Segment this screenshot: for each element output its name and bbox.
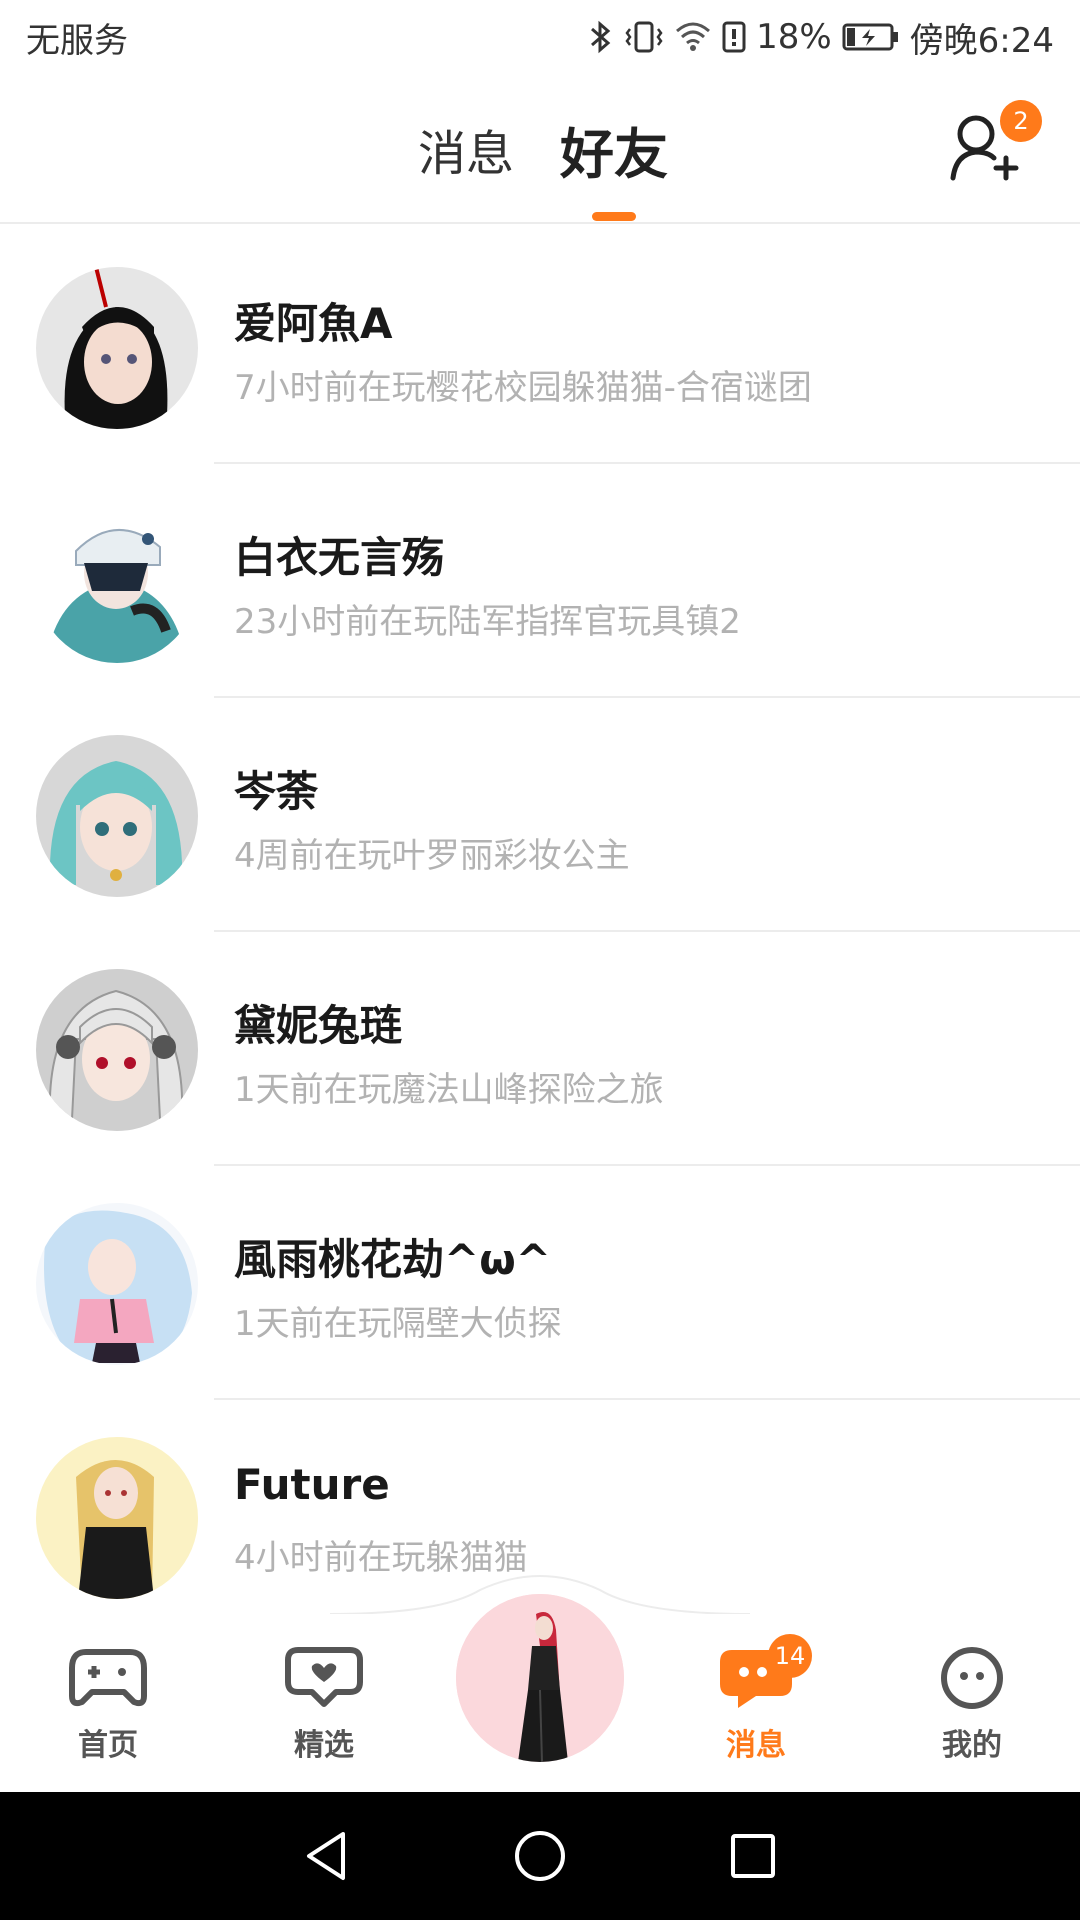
friend-name: 白衣无言殇 <box>234 533 445 582</box>
friend-row[interactable]: 爱阿魚A 7小时前在玩樱花校园躲猫猫-合宿谜团 <box>0 230 1080 464</box>
friend-row[interactable]: 岑荼 4周前在玩叶罗丽彩妆公主 <box>0 698 1080 932</box>
bluetooth-icon <box>588 17 614 57</box>
home-icon[interactable] <box>512 1828 568 1884</box>
add-friend-badge: 2 <box>1000 100 1042 142</box>
friend-name: 黛妮兔琏 <box>234 1001 403 1050</box>
wifi-icon <box>674 17 712 57</box>
clock: 傍晚6:24 <box>909 20 1054 61</box>
back-icon[interactable] <box>299 1828 355 1884</box>
active-tab-indicator <box>592 212 636 221</box>
friend-list: 爱阿魚A 7小时前在玩樱花校园躲猫猫-合宿谜团 白衣无言殇 23小时前在玩陆军指… <box>0 230 1080 1634</box>
friend-name: 風雨桃花劫^ω^ <box>234 1235 551 1284</box>
avatar[interactable] <box>36 735 198 897</box>
friend-status: 23小时前在玩陆军指挥官玩具镇2 <box>234 602 741 642</box>
battery-charging-icon <box>842 17 900 57</box>
profile-face-icon <box>941 1647 1003 1709</box>
friend-row[interactable]: 白衣无言殇 23小时前在玩陆军指挥官玩具镇2 <box>0 464 1080 698</box>
system-nav-bar <box>0 1792 1080 1920</box>
avatar[interactable] <box>36 1437 198 1599</box>
gamepad-icon <box>69 1649 147 1707</box>
friend-name: 岑荼 <box>234 767 319 816</box>
friend-status: 1天前在玩隔壁大侦探 <box>234 1304 562 1344</box>
tab-home[interactable]: 首页 <box>38 1646 178 1764</box>
friend-row[interactable]: 黛妮兔琏 1天前在玩魔法山峰探险之旅 <box>0 932 1080 1166</box>
avatar[interactable] <box>36 1203 198 1365</box>
vibrate-icon <box>624 17 664 57</box>
tab-messages[interactable]: 消息 <box>418 114 514 184</box>
friend-status: 7小时前在玩樱花校园躲猫猫-合宿谜团 <box>234 368 812 408</box>
tab-label: 首页 <box>78 1728 138 1763</box>
tab-label: 消息 <box>726 1728 786 1763</box>
message-badge: 14 <box>768 1634 812 1678</box>
friend-status: 1天前在玩魔法山峰探险之旅 <box>234 1070 664 1110</box>
battery-percent: 18% <box>756 17 832 57</box>
battery-alert-icon <box>722 17 746 57</box>
avatar[interactable] <box>36 501 198 663</box>
character-avatar <box>456 1594 624 1762</box>
header: 消息 好友 2 <box>0 74 1080 224</box>
friend-row[interactable]: 風雨桃花劫^ω^ 1天前在玩隔壁大侦探 <box>0 1166 1080 1400</box>
friend-status: 4周前在玩叶罗丽彩妆公主 <box>234 836 630 876</box>
heart-chat-icon <box>285 1647 363 1707</box>
status-bar: 无服务 18% 傍晚6:24 <box>0 0 1080 74</box>
tab-me[interactable]: 我的 <box>902 1646 1042 1764</box>
tab-label: 我的 <box>942 1728 1002 1763</box>
tab-label: 精选 <box>294 1728 354 1763</box>
carrier-label: 无服务 <box>26 20 128 61</box>
recents-icon[interactable] <box>725 1828 781 1884</box>
avatar[interactable] <box>36 267 198 429</box>
tab-friends[interactable]: 好友 <box>560 110 668 189</box>
center-character-button[interactable] <box>456 1594 624 1762</box>
tab-featured[interactable]: 精选 <box>254 1646 394 1764</box>
friend-name: Future <box>234 1460 390 1509</box>
friend-name: 爱阿魚A <box>234 299 393 348</box>
status-icons: 18% 傍晚6:24 <box>588 13 1054 62</box>
avatar[interactable] <box>36 969 198 1131</box>
